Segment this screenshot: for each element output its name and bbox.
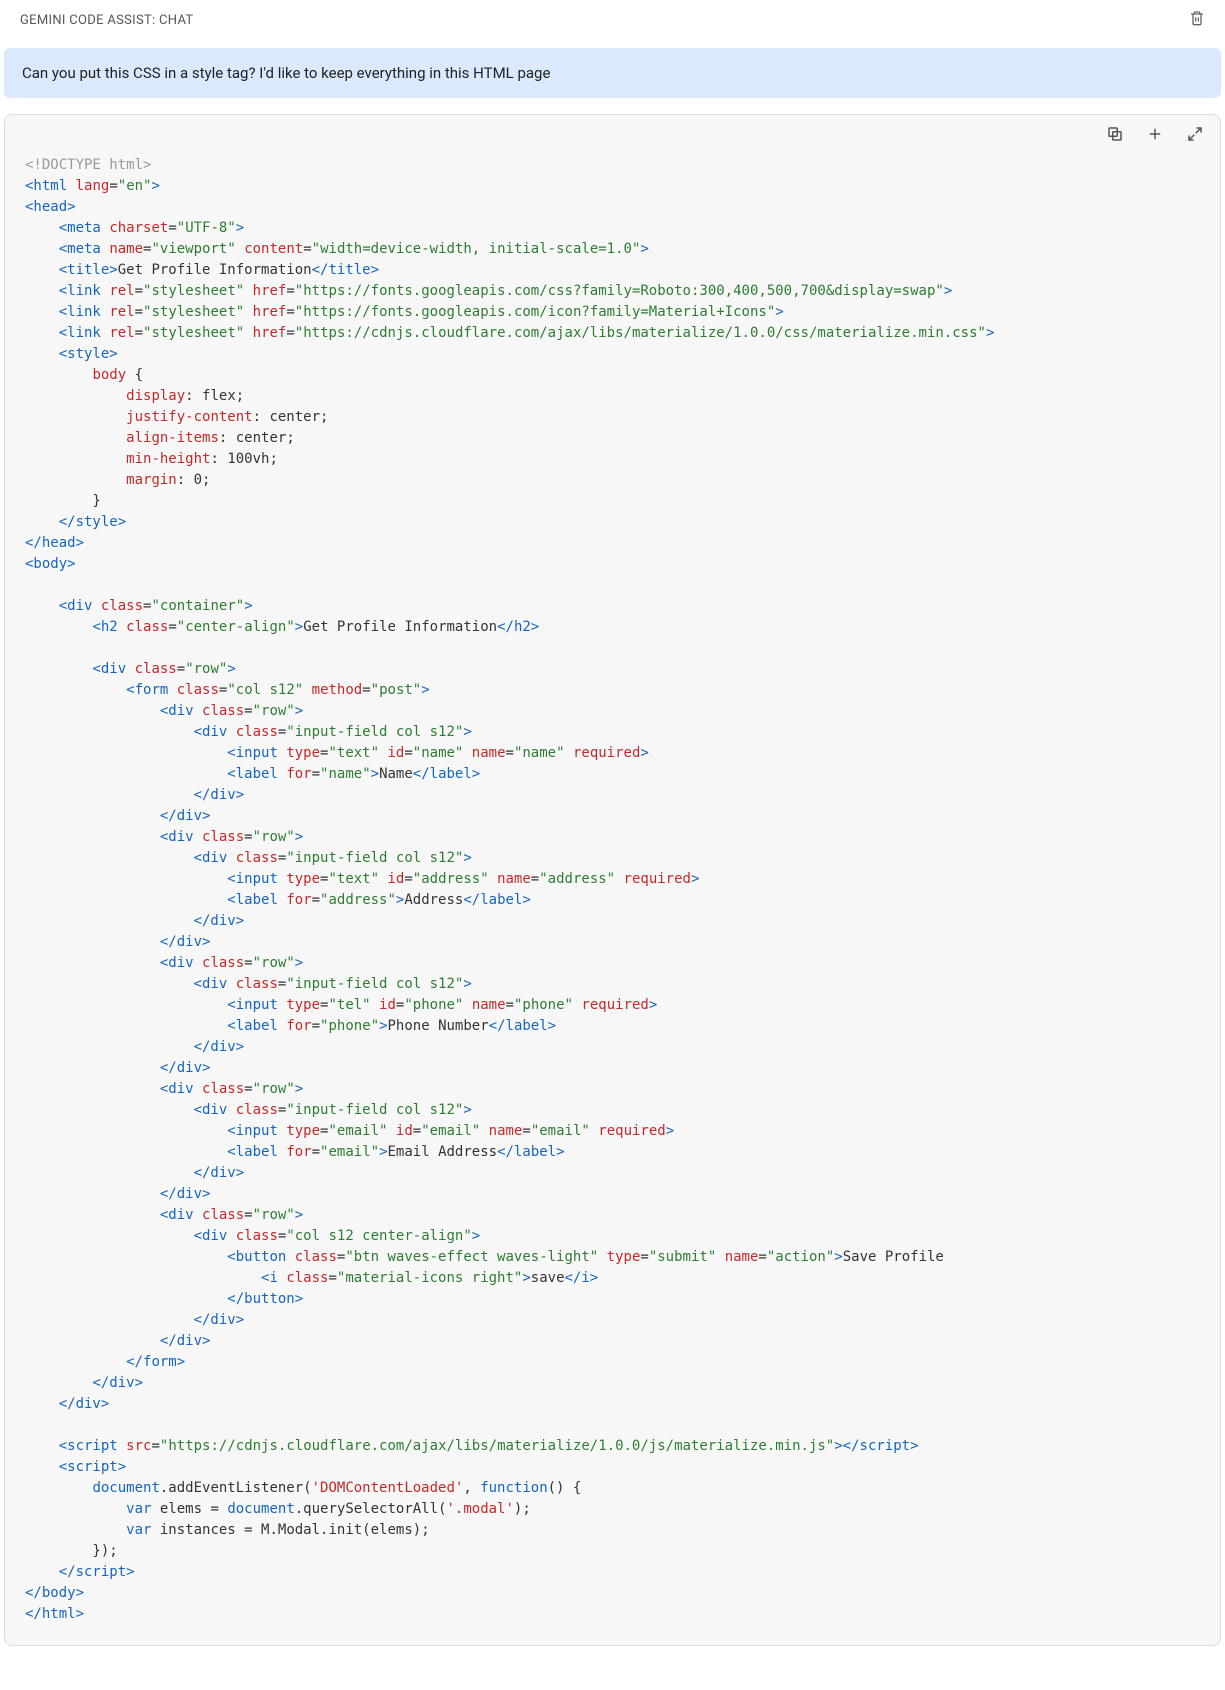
insert-icon[interactable] — [1146, 125, 1164, 147]
user-message: Can you put this CSS in a style tag? I'd… — [4, 48, 1221, 98]
panel-title: GEMINI CODE ASSIST: CHAT — [20, 13, 193, 28]
code-toolbar — [5, 115, 1220, 151]
copy-icon[interactable] — [1106, 125, 1124, 147]
code-content: <!DOCTYPE html> <html lang="en"> <head> … — [5, 151, 1220, 1645]
code-block: <!DOCTYPE html> <html lang="en"> <head> … — [4, 114, 1221, 1646]
panel-header: GEMINI CODE ASSIST: CHAT — [0, 0, 1225, 40]
expand-icon[interactable] — [1186, 125, 1204, 147]
trash-icon[interactable] — [1189, 10, 1205, 30]
